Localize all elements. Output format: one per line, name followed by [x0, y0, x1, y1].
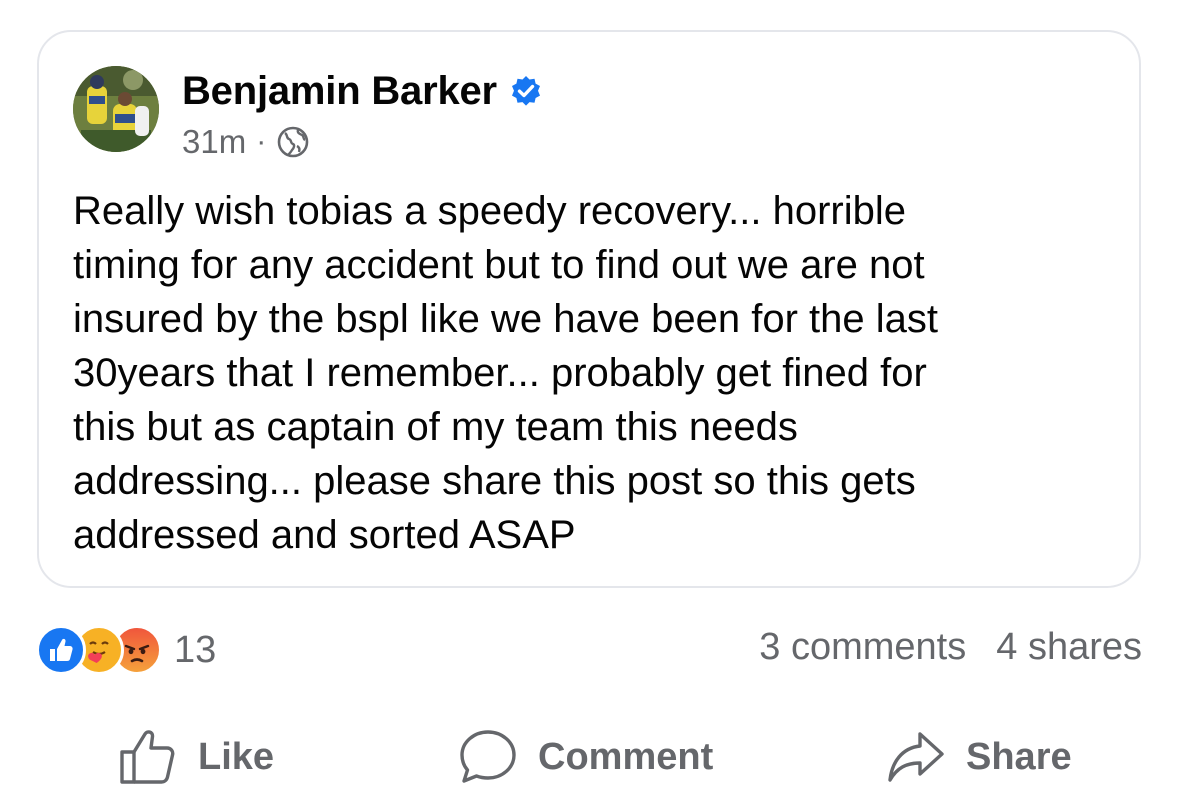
like-reaction-icon [36, 625, 86, 675]
author-name[interactable]: Benjamin Barker [182, 69, 497, 114]
reaction-count[interactable]: 13 [174, 629, 216, 672]
post-timestamp[interactable]: 31m [182, 123, 246, 161]
post-stats: 13 3 comments 4 shares [36, 620, 1142, 680]
like-button[interactable]: Like [118, 722, 274, 792]
like-button-label: Like [198, 735, 275, 778]
comment-bubble-icon [460, 730, 516, 783]
comment-count-link[interactable]: 3 comments [759, 626, 966, 669]
verified-badge-icon [511, 76, 540, 106]
post-card: Benjamin Barker 31m · Really wish tobias… [37, 30, 1141, 588]
share-count-link[interactable]: 4 shares [996, 626, 1142, 669]
globe-icon[interactable] [276, 125, 310, 159]
reactions-summary[interactable]: 13 [36, 624, 216, 676]
post-actions: Like Comment Share [0, 722, 1179, 792]
share-arrow-icon [888, 732, 944, 782]
comment-button[interactable]: Comment [458, 722, 713, 792]
share-button-label: Share [966, 735, 1072, 778]
share-button[interactable]: Share [886, 722, 1072, 792]
post-text: Really wish tobias a speedy recovery... … [73, 189, 938, 557]
avatar[interactable] [73, 66, 159, 152]
thumbs-up-icon [120, 730, 175, 784]
engagement-counts: 3 comments 4 shares [759, 626, 1142, 669]
meta-separator: · [256, 125, 267, 158]
comment-button-label: Comment [538, 735, 714, 778]
avatar-photo [73, 66, 159, 152]
author-row: Benjamin Barker [182, 66, 543, 116]
post-meta: 31m · [182, 122, 310, 162]
